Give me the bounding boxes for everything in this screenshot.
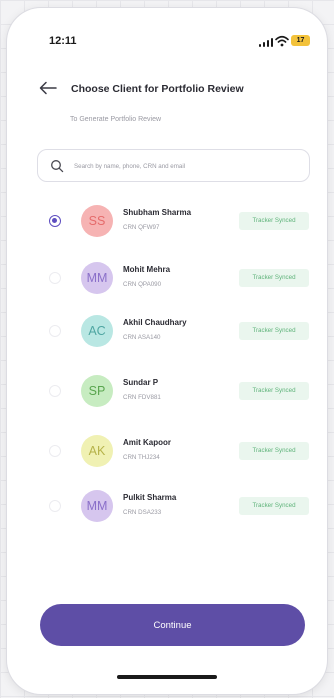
client-radio[interactable] xyxy=(49,272,61,284)
client-crn: CRN THJ234 xyxy=(123,454,160,461)
avatar: MM xyxy=(81,262,113,294)
client-row[interactable]: AC Akhil Chaudhary CRN ASA140 Tracker Sy… xyxy=(7,313,327,359)
client-crn: CRN QFW97 xyxy=(123,224,160,231)
client-radio[interactable] xyxy=(49,325,61,337)
client-row[interactable]: MM Pulkit Sharma CRN DSA233 Tracker Sync… xyxy=(7,488,327,534)
client-name: Pulkit Sharma xyxy=(123,493,177,502)
page-header: Choose Client for Portfolio Review To Ge… xyxy=(7,68,327,128)
client-name: Amit Kapoor xyxy=(123,438,171,447)
client-name: Mohit Mehra xyxy=(123,265,171,274)
client-row[interactable]: SS Shubham Sharma CRN QFW97 Tracker Sync… xyxy=(7,203,327,249)
status-badge: Tracker Synced xyxy=(239,497,309,515)
client-crn: CRN DSA233 xyxy=(123,509,162,516)
wifi-icon xyxy=(275,35,289,47)
client-row[interactable]: SP Sundar P CRN FDV881 Tracker Synced xyxy=(7,373,327,419)
client-crn: CRN ASA140 xyxy=(123,334,161,341)
status-badge: Tracker Synced xyxy=(239,382,309,400)
arrow-left-icon[interactable] xyxy=(37,79,59,97)
client-crn: CRN FDV881 xyxy=(123,394,161,401)
client-radio[interactable] xyxy=(49,445,61,457)
search-box[interactable] xyxy=(37,149,310,182)
client-crn: CRN QPA090 xyxy=(123,281,162,288)
page-subtitle: To Generate Portfolio Review xyxy=(70,116,162,123)
client-row[interactable]: AK Amit Kapoor CRN THJ234 Tracker Synced xyxy=(7,433,327,479)
status-badge: Tracker Synced xyxy=(239,442,309,460)
search-input[interactable] xyxy=(74,157,299,175)
client-radio[interactable] xyxy=(49,385,61,397)
client-radio[interactable] xyxy=(49,500,61,512)
search-icon xyxy=(51,160,64,173)
avatar: AK xyxy=(81,435,113,467)
avatar: SS xyxy=(81,205,113,237)
page-title: Choose Client for Portfolio Review xyxy=(71,83,244,95)
client-name: Sundar P xyxy=(123,378,159,387)
battery-icon: 17 xyxy=(291,35,310,46)
home-indicator[interactable] xyxy=(117,675,217,679)
continue-button[interactable]: Continue xyxy=(40,604,305,646)
client-name: Shubham Sharma xyxy=(123,208,192,217)
status-badge: Tracker Synced xyxy=(239,212,309,230)
signal-icon xyxy=(259,38,273,47)
phone-screen: 12:11 17 Choose Client for Portfolio Rev… xyxy=(7,8,327,694)
avatar: AC xyxy=(81,315,113,347)
client-name: Akhil Chaudhary xyxy=(123,318,187,327)
client-row[interactable]: MM Mohit Mehra CRN QPA090 Tracker Synced xyxy=(7,260,327,306)
avatar: MM xyxy=(81,490,113,522)
status-bar: 12:11 17 xyxy=(7,8,327,58)
avatar: SP xyxy=(81,375,113,407)
status-time: 12:11 xyxy=(49,35,77,47)
status-badge: Tracker Synced xyxy=(239,269,309,287)
client-radio-selected[interactable] xyxy=(49,215,61,227)
status-badge: Tracker Synced xyxy=(239,322,309,340)
